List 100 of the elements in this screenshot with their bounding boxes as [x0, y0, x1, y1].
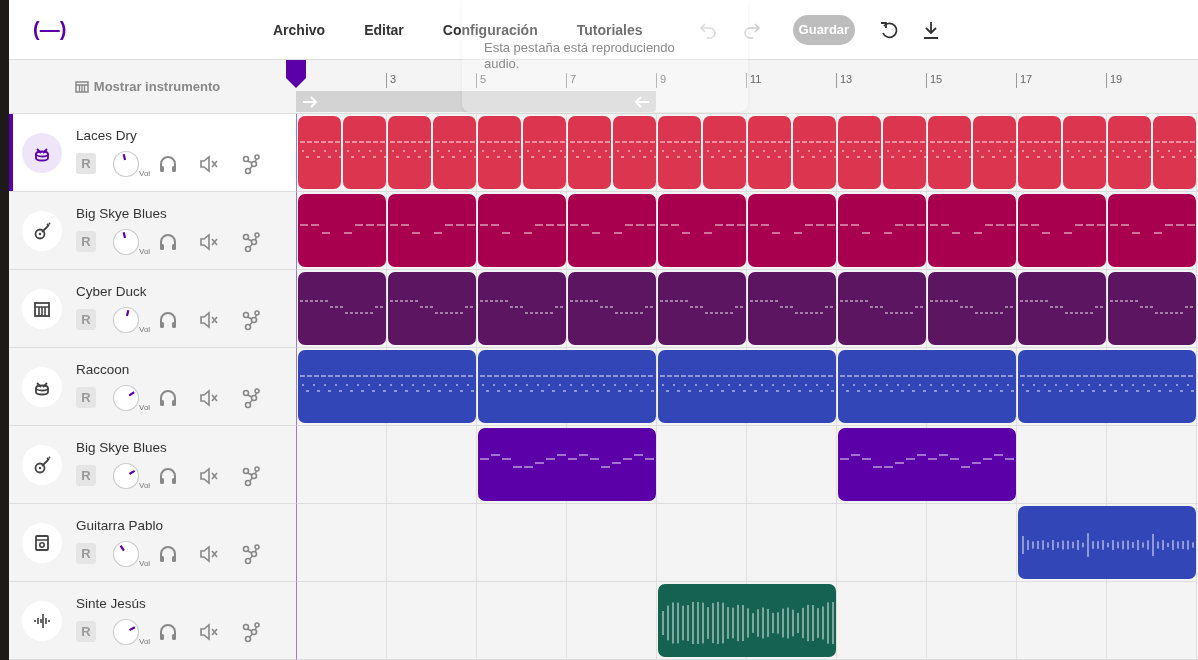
instrument-badge[interactable]	[22, 132, 62, 173]
volume-knob[interactable]	[112, 149, 140, 178]
midi-clip[interactable]	[1108, 272, 1196, 345]
midi-clip[interactable]	[298, 116, 341, 189]
midi-clip[interactable]	[1108, 116, 1151, 189]
track-name[interactable]: Sinte Jesús	[76, 595, 263, 612]
menu-item[interactable]: Editar	[364, 21, 404, 38]
midi-clip[interactable]	[658, 194, 746, 267]
track-name[interactable]: Guitarra Pablo	[76, 517, 263, 534]
volume-knob[interactable]	[112, 227, 140, 256]
midi-clip[interactable]	[1108, 194, 1196, 267]
midi-clip[interactable]	[568, 116, 611, 189]
note-pattern-drawing	[838, 139, 881, 160]
track-name[interactable]: Big Skye Blues	[76, 205, 263, 222]
midi-clip[interactable]	[388, 272, 476, 345]
midi-clip[interactable]	[478, 194, 566, 267]
midi-clip[interactable]	[1018, 350, 1196, 423]
midi-clip[interactable]	[613, 116, 656, 189]
playhead-marker[interactable]	[285, 60, 307, 88]
midi-clip[interactable]	[748, 194, 836, 267]
midi-clip[interactable]	[523, 116, 566, 189]
midi-clip[interactable]	[343, 116, 386, 189]
midi-clip[interactable]	[928, 116, 971, 189]
bar-number: 7	[566, 73, 577, 88]
midi-clip[interactable]	[793, 116, 836, 189]
bar-number: 3	[386, 73, 397, 88]
volume-knob[interactable]	[112, 305, 140, 334]
instrument-badge[interactable]	[22, 522, 62, 563]
instrument-badge[interactable]	[22, 288, 62, 329]
midi-clip[interactable]	[298, 350, 476, 423]
note-pattern-drawing	[1108, 139, 1151, 160]
midi-clip[interactable]	[1018, 272, 1106, 345]
midi-clip[interactable]	[478, 428, 656, 501]
bar-number: 13	[836, 73, 853, 88]
instrument-badge[interactable]	[22, 600, 62, 641]
note-pattern-drawing	[613, 139, 656, 160]
note-pattern-drawing	[1063, 139, 1106, 160]
track-name[interactable]: Laces Dry	[76, 127, 263, 144]
midi-clip[interactable]	[748, 116, 791, 189]
automation-icon[interactable]	[240, 542, 263, 565]
instrument-badge[interactable]	[22, 366, 62, 407]
menu-item[interactable]: Archivo	[273, 21, 326, 38]
bar-number: 5	[476, 73, 487, 88]
menu-item[interactable]: Tutoriales	[576, 21, 643, 38]
track-name[interactable]: Cyber Duck	[76, 283, 263, 300]
midi-clip[interactable]	[568, 194, 656, 267]
midi-clip[interactable]	[748, 272, 836, 345]
instrument-badge[interactable]	[22, 210, 62, 251]
midi-clip[interactable]	[838, 272, 926, 345]
midi-clip[interactable]	[298, 272, 386, 345]
automation-icon[interactable]	[240, 308, 263, 331]
track-name[interactable]: Big Skye Blues	[76, 439, 263, 456]
midi-clip[interactable]	[298, 194, 386, 267]
midi-clip[interactable]	[433, 116, 476, 189]
midi-clip[interactable]	[838, 116, 881, 189]
midi-clip[interactable]	[703, 116, 746, 189]
midi-clip[interactable]	[1063, 116, 1106, 189]
reset-icon[interactable]	[879, 19, 900, 40]
midi-clip[interactable]	[388, 194, 476, 267]
midi-clip[interactable]	[658, 350, 836, 423]
midi-clip[interactable]	[838, 194, 926, 267]
midi-clip[interactable]	[928, 194, 1016, 267]
logo[interactable]: (—)	[33, 18, 273, 41]
volume-knob[interactable]	[112, 617, 140, 646]
midi-clip[interactable]	[658, 272, 746, 345]
note-pattern-drawing	[1018, 139, 1061, 160]
automation-icon[interactable]	[240, 230, 263, 253]
midi-clip[interactable]	[478, 350, 656, 423]
midi-clip[interactable]	[658, 116, 701, 189]
keyboard-icon	[74, 79, 89, 94]
volume-knob[interactable]	[112, 539, 140, 568]
automation-icon[interactable]	[240, 386, 263, 409]
midi-clip[interactable]	[838, 428, 1016, 501]
midi-clip[interactable]	[973, 116, 1016, 189]
volume-label: Vol	[139, 558, 151, 568]
bar-number: 9	[656, 73, 667, 88]
volume-label: Vol	[139, 246, 151, 256]
midi-clip[interactable]	[1018, 194, 1106, 267]
midi-clip[interactable]	[1153, 116, 1196, 189]
midi-clip[interactable]	[838, 350, 1016, 423]
track-header[interactable]: Laces Dry R Vol	[9, 114, 296, 192]
midi-clip[interactable]	[478, 272, 566, 345]
volume-knob[interactable]	[112, 383, 140, 412]
midi-clip[interactable]	[478, 116, 521, 189]
midi-clip[interactable]	[928, 272, 1016, 345]
menu-item[interactable]: Configuración	[442, 21, 538, 38]
midi-clip[interactable]	[388, 116, 431, 189]
midi-clip[interactable]	[568, 272, 656, 345]
automation-icon[interactable]	[240, 464, 263, 487]
midi-clip[interactable]	[1018, 116, 1061, 189]
automation-icon[interactable]	[240, 620, 263, 643]
automation-icon[interactable]	[240, 152, 263, 175]
midi-clip[interactable]	[883, 116, 926, 189]
track-name[interactable]: Raccoon	[76, 361, 263, 378]
arrow-right-icon	[302, 94, 318, 109]
note-pattern-drawing	[388, 139, 431, 160]
audio-clip[interactable]	[658, 584, 836, 657]
instrument-badge[interactable]	[22, 444, 62, 485]
volume-knob[interactable]	[112, 461, 140, 490]
audio-clip[interactable]	[1018, 506, 1196, 579]
